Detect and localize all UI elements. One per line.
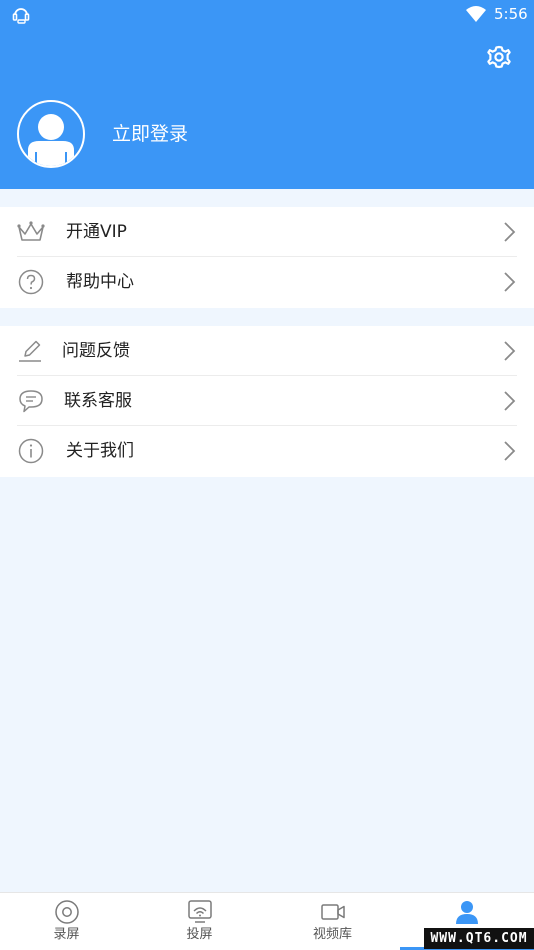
avatar[interactable] <box>17 100 85 168</box>
chevron-right-icon <box>504 441 516 461</box>
record-icon <box>55 900 79 924</box>
menu-item-about[interactable]: 关于我们 <box>0 426 534 476</box>
menu-item-label: 关于我们 <box>66 441 134 461</box>
tab-label: 录屏 <box>53 927 80 942</box>
menu-item-label: 问题反馈 <box>62 341 130 361</box>
menu-item-label: 帮助中心 <box>66 272 134 292</box>
chevron-right-icon <box>504 272 516 292</box>
status-bar: 5:56 <box>0 0 534 28</box>
menu-item-vip[interactable]: 开通VIP <box>0 207 534 257</box>
avatar-person-icon <box>28 114 74 166</box>
watermark: WWW.QT6.COM <box>424 928 534 949</box>
user-icon <box>456 901 478 924</box>
menu-item-customer-service[interactable]: 联系客服 <box>0 376 534 426</box>
login-link[interactable]: 立即登录 <box>112 121 188 147</box>
chat-icon <box>19 390 43 413</box>
settings-gear-icon[interactable] <box>485 43 513 71</box>
chevron-right-icon <box>504 391 516 411</box>
tab-record[interactable]: 录屏 <box>0 893 133 950</box>
chevron-right-icon <box>504 341 516 361</box>
profile-header: 5:56 立即登录 <box>0 0 534 189</box>
chevron-right-icon <box>504 222 516 242</box>
notification-icon <box>12 8 30 24</box>
tab-video-library[interactable]: 视频库 <box>266 893 399 950</box>
menu-item-label: 开通VIP <box>66 222 127 242</box>
menu-item-label: 联系客服 <box>64 391 132 411</box>
video-icon <box>321 904 345 920</box>
info-icon <box>18 438 44 464</box>
menu-item-feedback[interactable]: 问题反馈 <box>0 326 534 376</box>
wifi-icon <box>466 6 486 22</box>
crown-icon <box>17 221 45 241</box>
status-time: 5:56 <box>494 5 528 23</box>
tab-label: 投屏 <box>186 927 213 942</box>
menu-card-2: 问题反馈 联系客服 关于我们 <box>0 326 534 477</box>
tab-label: 视频库 <box>312 927 352 942</box>
cast-icon <box>188 900 212 923</box>
edit-icon <box>19 340 41 362</box>
tab-cast[interactable]: 投屏 <box>133 893 266 950</box>
help-icon <box>18 269 44 295</box>
menu-card-1: 开通VIP 帮助中心 <box>0 207 534 308</box>
menu-item-help[interactable]: 帮助中心 <box>0 257 534 307</box>
